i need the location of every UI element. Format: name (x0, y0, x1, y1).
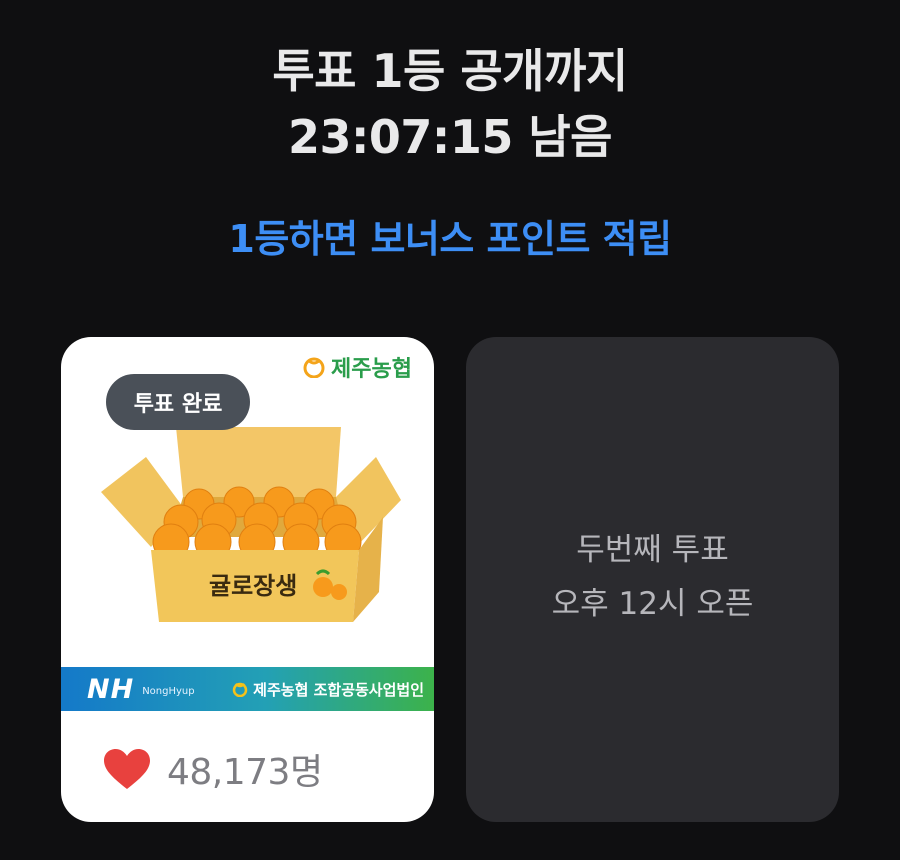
countdown-header: 투표 1등 공개까지 23:07:15 남음 (0, 38, 900, 170)
nonghyup-small-logo-icon (232, 682, 248, 697)
countdown-title: 투표 1등 공개까지 (272, 44, 628, 98)
tangerine-box-image: 귤로장생 (101, 427, 401, 622)
nh-logo: NH (87, 673, 135, 705)
vote-count: 48,173명 (167, 752, 323, 793)
vote-count-row: 48,173명 (103, 743, 323, 795)
vote-complete-badge: 투표 완료 (106, 374, 250, 430)
brand-top-label: 제주농협 (331, 357, 412, 382)
nonghyup-banner: NH NongHyup 제주농협 조합공동사업법인 (61, 667, 434, 711)
nh-banner-text: 제주농협 조합공동사업법인 (253, 680, 424, 699)
nh-banner-right: 제주농협 조합공동사업법인 (232, 667, 424, 711)
heart-icon[interactable] (103, 748, 151, 790)
nh-logo-sub: NongHyup (142, 685, 195, 697)
bonus-subtitle: 1등하면 보너스 포인트 적립 (228, 217, 672, 261)
upcoming-vote-text: 두번째 투표 오후 12시 오픈 (466, 523, 839, 631)
vote-card-upcoming: 두번째 투표 오후 12시 오픈 (466, 337, 839, 822)
countdown-timer: 23:07:15 남음 (288, 110, 613, 164)
nonghyup-logo-icon (303, 357, 325, 378)
box-label-text: 귤로장생 (209, 571, 297, 600)
vote-card-product[interactable]: 제주농협 투표 완료 귤로장생 NH NongHyup 제주농협 조합공동사업법… (61, 337, 434, 822)
brand-jeju-nonghyup: 제주농협 (303, 351, 412, 383)
upcoming-vote-title: 두번째 투표 (576, 532, 729, 568)
upcoming-vote-time: 오후 12시 오픈 (551, 586, 754, 622)
